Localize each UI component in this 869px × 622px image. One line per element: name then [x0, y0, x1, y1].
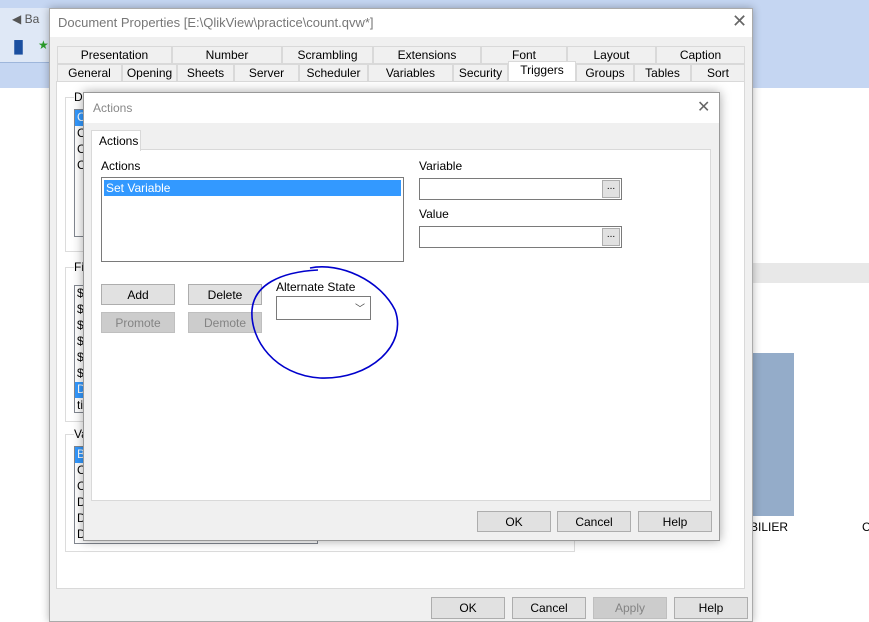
hand-drawn-circle-annotation — [251, 266, 399, 379]
